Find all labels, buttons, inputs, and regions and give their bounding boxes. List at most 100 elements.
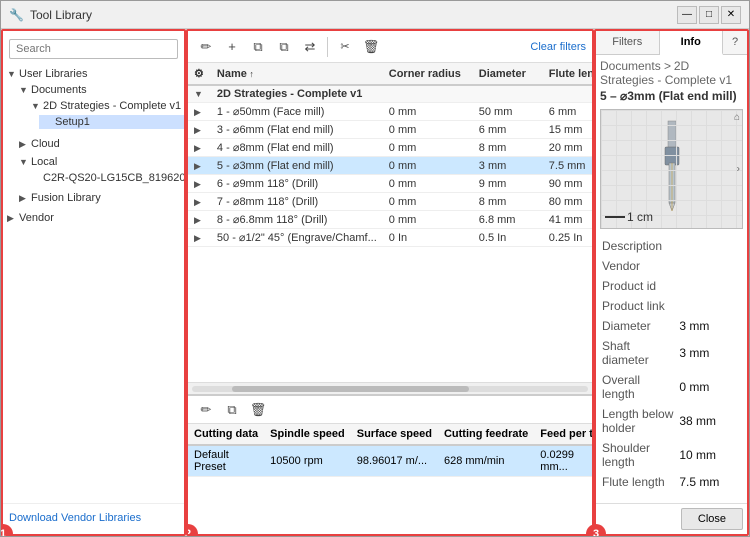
cutting-col-cutting[interactable]: Cutting feedrate — [438, 424, 534, 445]
edit-cutting-button[interactable]: ✏ — [194, 398, 218, 422]
row-diameter-4: 3 mm — [473, 157, 543, 175]
table-row[interactable]: ▶ 4 - ⌀8mm (Flat end mill) 0 mm 8 mm 20 … — [188, 139, 592, 157]
tab-info[interactable]: Info — [660, 31, 724, 55]
row-expand-3[interactable]: ▶ — [188, 139, 211, 157]
arrow-local: ▼ — [19, 157, 31, 167]
row-expand-1[interactable]: ▶ — [188, 103, 211, 121]
tree-label-fusion-library[interactable]: ▶ Fusion Library — [15, 191, 184, 205]
cutting-table-container[interactable]: Cutting data Spindle speed Surface speed… — [188, 424, 592, 534]
preview-nav-right[interactable]: › — [737, 164, 740, 175]
table-row-selected[interactable]: ▶ 5 - ⌀3mm (Flat end mill) 0 mm 3 mm 7.5… — [188, 157, 592, 175]
tree-item-user-libraries: ▼ User Libraries ▼ Documents — [3, 65, 184, 209]
bottom-toolbar: ✏ ⧉ 🗑 — [188, 396, 592, 424]
download-vendor-link[interactable]: Download Vendor Libraries — [9, 512, 141, 524]
tree-label-vendor[interactable]: ▶ Vendor — [3, 211, 184, 225]
delete-cutting-button[interactable]: 🗑 — [246, 398, 270, 422]
cut-tool-button[interactable]: ✂ — [333, 35, 357, 59]
prop-row-description: Description — [602, 237, 741, 255]
help-button[interactable]: ? — [723, 31, 747, 54]
clear-filters-link[interactable]: Clear filters — [530, 41, 586, 53]
edit-tool-button[interactable]: ✏ — [194, 35, 218, 59]
group-expand[interactable]: ▼ — [188, 85, 211, 103]
tree-label-setup1[interactable]: ▶ Setup1 — [39, 115, 184, 129]
row-name-1: 1 - ⌀50mm (Face mill) — [211, 103, 383, 121]
prop-label-overall: Overall length — [602, 371, 677, 403]
table-row[interactable]: ▶ 3 - ⌀6mm (Flat end mill) 0 mm 6 mm 15 … — [188, 121, 592, 139]
prop-label-lengthbelow: Length below holder — [602, 405, 677, 437]
arrow-fusion-library: ▶ — [19, 193, 31, 204]
prop-row-shoulder: Shoulder length 10 mm — [602, 439, 741, 471]
tree-label-user-libraries[interactable]: ▼ User Libraries — [3, 67, 184, 81]
delete-tool-button[interactable]: 🗑 — [359, 35, 383, 59]
table-row[interactable]: ▶ 8 - ⌀6.8mm 118° (Drill) 0 mm 6.8 mm 41… — [188, 211, 592, 229]
row-radius-5: 0 mm — [383, 175, 473, 193]
row-name-6: 7 - ⌀8mm 118° (Drill) — [211, 193, 383, 211]
tree-label-local[interactable]: ▼ Local — [15, 155, 184, 169]
row-diameter-6: 8 mm — [473, 193, 543, 211]
cutting-row[interactable]: Default Preset 10500 rpm 98.96017 m/... … — [188, 445, 592, 477]
table-row[interactable]: ▶ 7 - ⌀8mm 118° (Drill) 0 mm 8 mm 80 mm … — [188, 193, 592, 211]
row-expand-8[interactable]: ▶ — [188, 229, 211, 247]
row-diameter-2: 6 mm — [473, 121, 543, 139]
maximize-button[interactable]: □ — [699, 6, 719, 24]
top-toolbar: ✏ + ⧉ ⧉ ⇄ ✂ 🗑 Clear filters — [188, 31, 592, 63]
col-header-settings[interactable]: ⚙ — [188, 63, 211, 85]
copy-tool-button[interactable]: ⧉ — [246, 35, 270, 59]
close-window-button[interactable]: ✕ — [721, 6, 741, 24]
table-row[interactable]: ▶ 1 - ⌀50mm (Face mill) 0 mm 50 mm 6 mm … — [188, 103, 592, 121]
move-tool-button[interactable]: ⇄ — [298, 35, 322, 59]
scrollbar-thumb[interactable] — [232, 386, 470, 392]
row-flute-6: 80 mm — [543, 193, 592, 211]
copy2-tool-button[interactable]: ⧉ — [272, 35, 296, 59]
prop-value-diameter: 3 mm — [679, 317, 741, 335]
close-button[interactable]: Close — [681, 508, 743, 530]
col-header-radius[interactable]: Corner radius — [383, 63, 473, 85]
prop-label-flute: Flute length — [602, 473, 677, 491]
row-name-2: 3 - ⌀6mm (Flat end mill) — [211, 121, 383, 139]
horizontal-scrollbar-area[interactable] — [188, 382, 592, 394]
search-input[interactable] — [9, 39, 178, 59]
row-expand-6[interactable]: ▶ — [188, 193, 211, 211]
cutting-col-surface[interactable]: Surface speed — [351, 424, 438, 445]
scale-bar: 1 cm — [605, 210, 653, 224]
window-icon: 🔧 — [9, 8, 24, 22]
prop-value-flute: 7.5 mm — [679, 473, 741, 491]
tree-label-documents[interactable]: ▼ Documents — [15, 83, 184, 97]
tree-label-2d-strategies[interactable]: ▼ 2D Strategies - Complete v1 — [27, 99, 184, 113]
tool-table-container[interactable]: ⚙ Name Corner radius Diameter Flute leng… — [188, 63, 592, 382]
tree-label-cloud[interactable]: ▶ Cloud — [15, 137, 184, 151]
cutting-col-spindle[interactable]: Spindle speed — [264, 424, 351, 445]
tree-item-c2r: ▶ C2R-QS20-LG15CB_8196202 — [27, 169, 184, 187]
tab-filters[interactable]: Filters — [596, 31, 660, 54]
sidebar: 1 ▼ User Libraries ▼ Documents — [1, 29, 186, 536]
cutting-feedrate: 628 mm/min — [438, 445, 534, 477]
table-row[interactable]: ▶ 50 - ⌀1/2" 45° (Engrave/Chamf... 0 In … — [188, 229, 592, 247]
prop-row-overall: Overall length 0 mm — [602, 371, 741, 403]
add-tool-button[interactable]: + — [220, 35, 244, 59]
tool-preview: ⌂ › — [600, 109, 743, 229]
col-header-flute[interactable]: Flute length — [543, 63, 592, 85]
horizontal-scrollbar[interactable] — [192, 386, 588, 392]
table-row[interactable]: ▶ 6 - ⌀9mm 118° (Drill) 0 mm 9 mm 90 mm … — [188, 175, 592, 193]
row-expand-2[interactable]: ▶ — [188, 121, 211, 139]
row-expand-4[interactable]: ▶ — [188, 157, 211, 175]
cutting-col-feed[interactable]: Feed per t — [534, 424, 592, 445]
row-radius-3: 0 mm — [383, 139, 473, 157]
row-name-3: 4 - ⌀8mm (Flat end mill) — [211, 139, 383, 157]
col-header-name[interactable]: Name — [211, 63, 383, 85]
row-diameter-1: 50 mm — [473, 103, 543, 121]
prop-value-lengthbelow: 38 mm — [679, 405, 741, 437]
col-header-diameter[interactable]: Diameter — [473, 63, 543, 85]
prop-label-shaft: Shaft diameter — [602, 337, 677, 369]
copy-cutting-button[interactable]: ⧉ — [220, 398, 244, 422]
minimize-button[interactable]: — — [677, 6, 697, 24]
preview-nav-top[interactable]: ⌂ — [734, 112, 740, 123]
cutting-col-data[interactable]: Cutting data — [188, 424, 264, 445]
row-expand-5[interactable]: ▶ — [188, 175, 211, 193]
prop-value-overall: 0 mm — [679, 371, 741, 403]
sidebar-footer: Download Vendor Libraries — [3, 503, 184, 530]
row-flute-8: 0.25 In — [543, 229, 592, 247]
tree-label-c2r[interactable]: ▶ C2R-QS20-LG15CB_8196202 — [27, 171, 184, 185]
row-flute-4: 7.5 mm — [543, 157, 592, 175]
row-expand-7[interactable]: ▶ — [188, 211, 211, 229]
